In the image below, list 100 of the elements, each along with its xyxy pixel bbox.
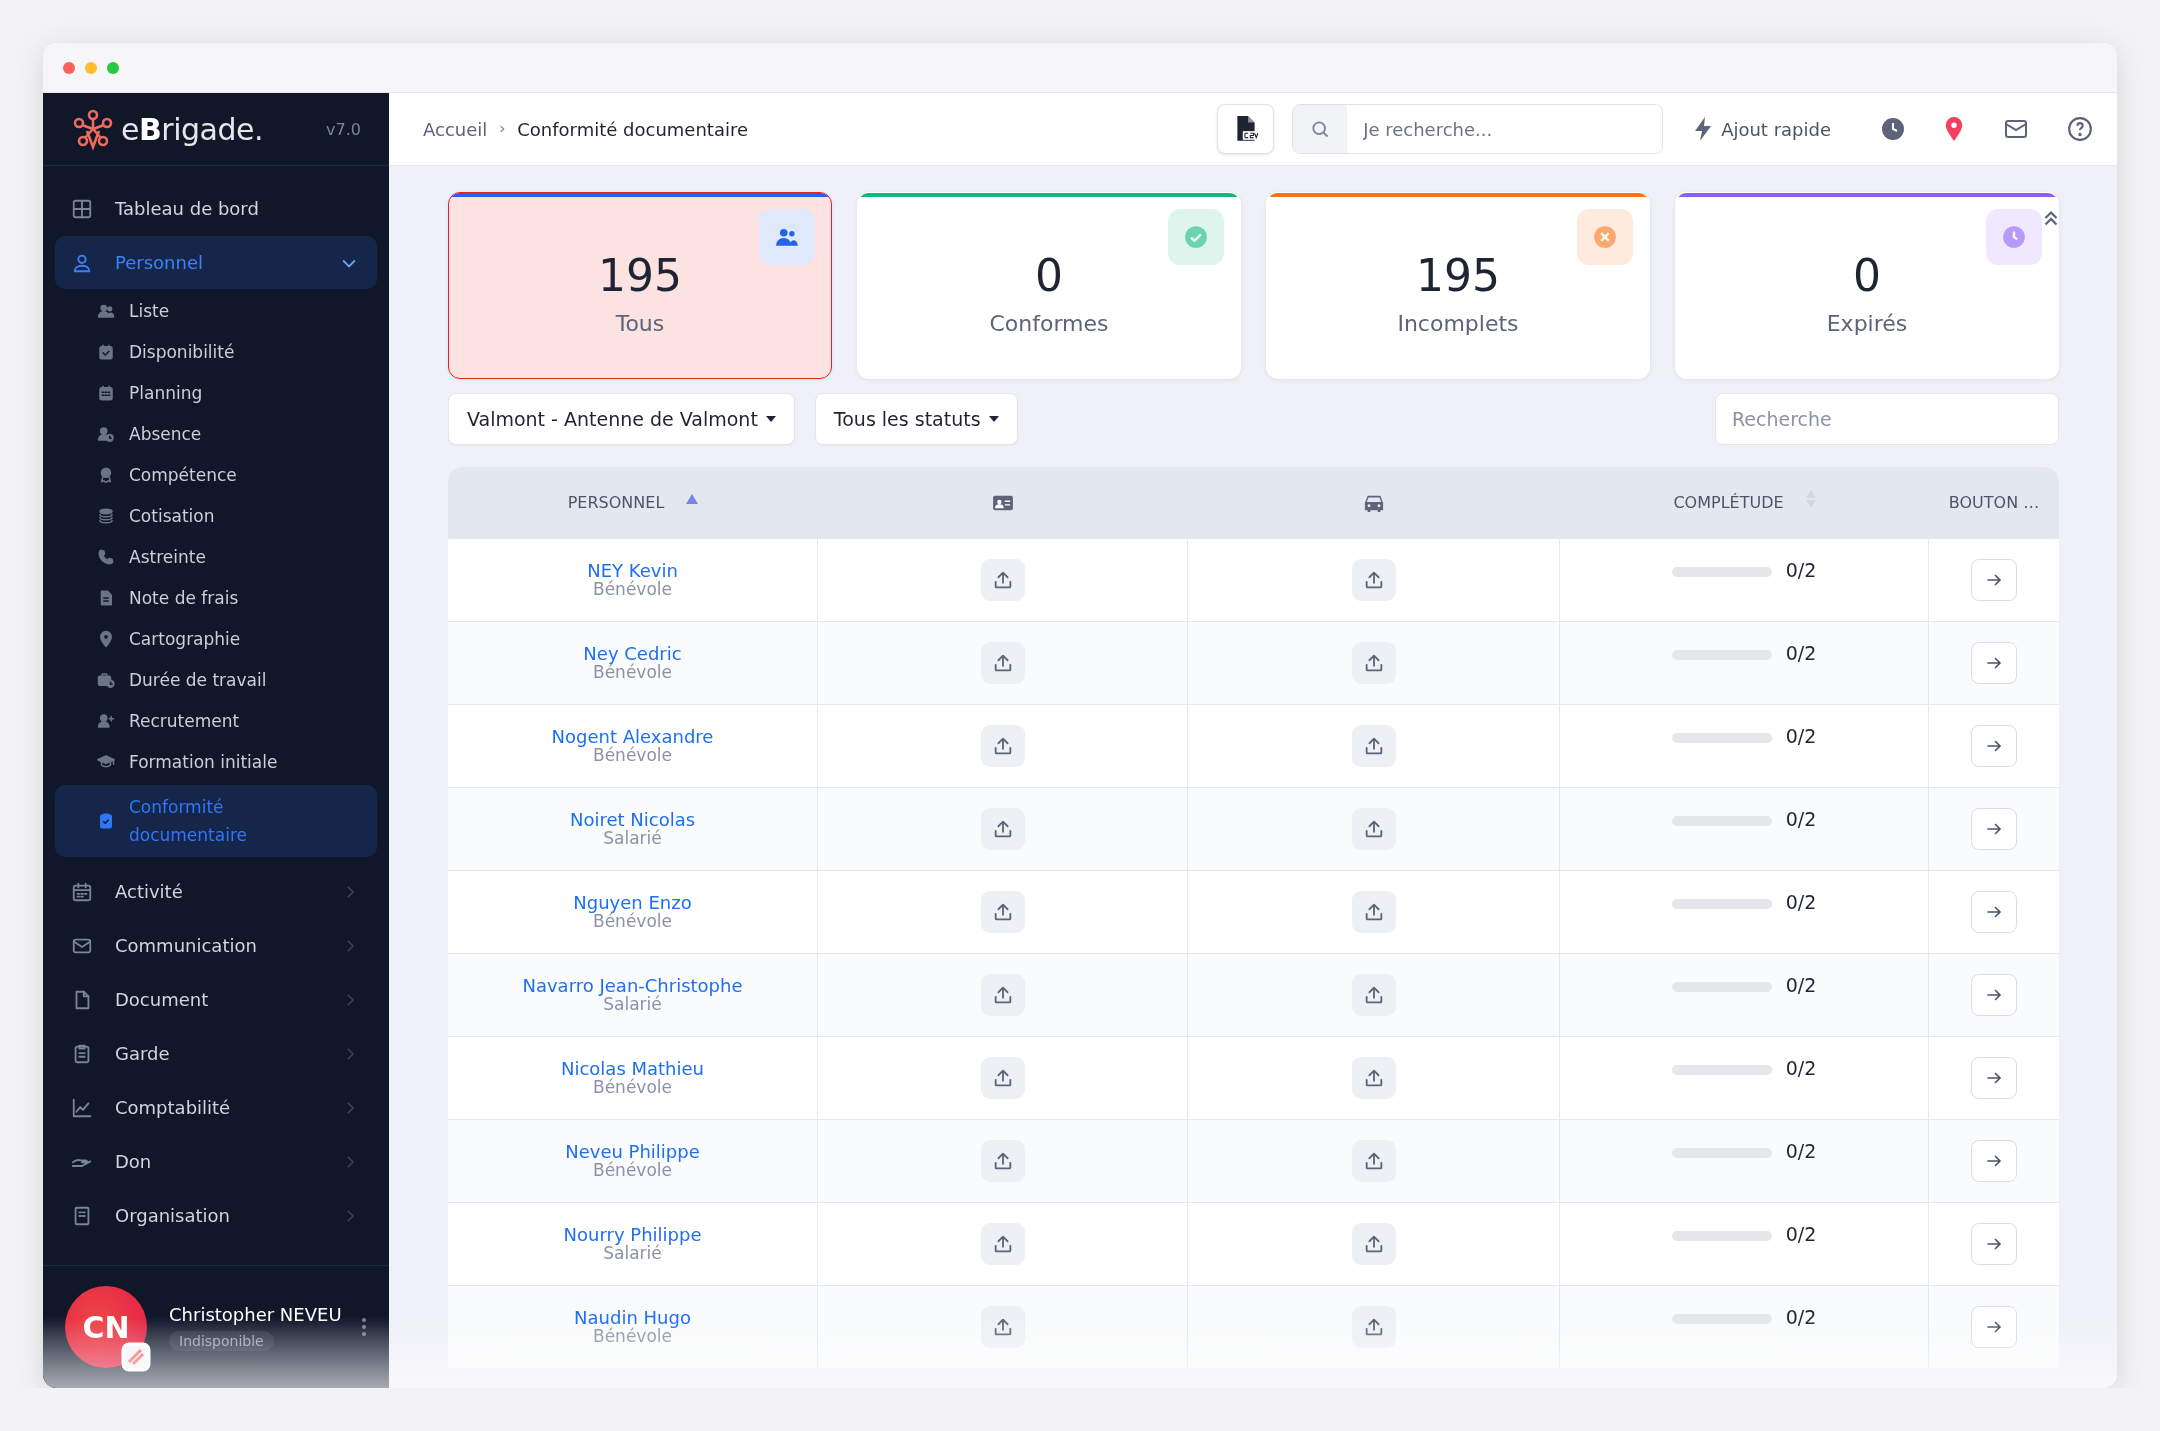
open-button[interactable] [1971, 559, 2017, 601]
upload-button[interactable] [980, 1140, 1025, 1182]
upload-button[interactable] [1351, 974, 1396, 1016]
upload-button[interactable] [1351, 1057, 1396, 1099]
nav-item[interactable]: Comptabilité [55, 1081, 377, 1134]
open-button[interactable] [1971, 974, 2017, 1016]
stat-count: 195 [598, 249, 682, 301]
upload-button[interactable] [1351, 642, 1396, 684]
open-button[interactable] [1971, 891, 2017, 933]
nav-item[interactable]: Organisation [55, 1189, 377, 1242]
stat-card[interactable]: 195 Tous [448, 192, 832, 379]
brand-logo[interactable]: eBrigade. [121, 111, 263, 147]
csv-export-button[interactable] [1217, 104, 1275, 154]
person-role: Bénévole [593, 746, 672, 764]
envelope-icon[interactable] [2003, 117, 2029, 141]
nav-subitem[interactable]: Compétence [55, 454, 377, 495]
upload-button[interactable] [980, 642, 1025, 684]
breadcrumb-link[interactable]: Accueil [423, 118, 488, 140]
nav-item[interactable]: Personnel [55, 236, 377, 289]
person-name-link[interactable]: Noiret Nicolas [569, 811, 696, 829]
open-button[interactable] [1971, 808, 2017, 850]
progress-count: 0/2 [1785, 1057, 1817, 1079]
nav-subitem[interactable]: Cotisation [55, 495, 377, 536]
upload-button[interactable] [980, 808, 1025, 850]
upload-button[interactable] [1351, 1223, 1396, 1265]
upload-button[interactable] [980, 559, 1025, 601]
briefcase-icon [97, 670, 115, 689]
nav-subitem[interactable]: Note de frais [55, 577, 377, 618]
upload-button[interactable] [1351, 725, 1396, 767]
lightning-icon [1693, 117, 1714, 141]
open-button[interactable] [1971, 1306, 2017, 1348]
close-window-button[interactable] [63, 61, 75, 74]
upload-button[interactable] [1351, 891, 1396, 933]
upload-button[interactable] [980, 1223, 1025, 1265]
nav-subitem[interactable]: Recrutement [55, 700, 377, 741]
filter-dropdown[interactable]: Tous les statuts [814, 393, 1018, 445]
upload-button[interactable] [1351, 559, 1396, 601]
open-button[interactable] [1971, 1223, 2017, 1265]
person-clock-icon [97, 424, 115, 443]
person-name-link[interactable]: Nourry Philippe [563, 1226, 702, 1244]
open-button[interactable] [1971, 1057, 2017, 1099]
nav-item[interactable]: Communication [55, 919, 377, 972]
stat-label: Expirés [1826, 310, 1908, 336]
nav-item[interactable]: Activité [55, 865, 377, 918]
nav-subitem[interactable]: Cartographie [55, 618, 377, 659]
filter-dropdown[interactable]: Valmont - Antenne de Valmont [448, 393, 795, 445]
upload-button[interactable] [1351, 1140, 1396, 1182]
upload-button[interactable] [980, 1306, 1025, 1348]
stat-card[interactable]: 0 Conformes [857, 192, 1241, 379]
upload-button[interactable] [980, 1057, 1025, 1099]
person-name-link[interactable]: Navarro Jean-Christophe [522, 977, 743, 995]
map-pin-icon [97, 629, 115, 648]
nav-item[interactable]: Document [55, 973, 377, 1026]
upload-button[interactable] [980, 891, 1025, 933]
nav-subitem[interactable]: Planning [55, 372, 377, 413]
coins-icon [97, 506, 115, 525]
upload-button[interactable] [980, 974, 1025, 1016]
person-name-link[interactable]: Nogent Alexandre [551, 728, 714, 746]
nav-subitem[interactable]: Absence [55, 413, 377, 454]
nav-subitem[interactable]: Conformité documentaire [55, 785, 377, 857]
upload-button[interactable] [1351, 808, 1396, 850]
open-button[interactable] [1971, 725, 2017, 767]
person-role: Salarié [603, 829, 662, 847]
column-header[interactable]: PERSONNEL [567, 493, 665, 512]
stat-card[interactable]: 195 Incomplets [1266, 192, 1650, 379]
sort-ascending-icon[interactable] [686, 493, 699, 504]
nav-item[interactable]: Tableau de bord [55, 182, 377, 235]
search-field[interactable]: Recherche [1715, 393, 2059, 445]
person-role: Bénévole [593, 663, 672, 681]
nav-item[interactable]: Don [55, 1135, 377, 1188]
person-name-link[interactable]: Naudin Hugo [574, 1309, 691, 1327]
open-button[interactable] [1971, 642, 2017, 684]
nav-subitem[interactable]: Durée de travail [55, 659, 377, 700]
help-icon[interactable] [2067, 116, 2093, 142]
calendar-icon [71, 880, 93, 903]
column-header[interactable]: BOUTON … [1948, 493, 2040, 512]
stat-card[interactable]: 0 Expirés [1675, 192, 2059, 379]
map-pin-icon[interactable] [1943, 116, 1965, 142]
clock-icon[interactable] [1881, 117, 1905, 141]
open-button[interactable] [1971, 1140, 2017, 1182]
grid-icon [71, 197, 93, 220]
person-name-link[interactable]: NEY Kevin [587, 562, 678, 580]
user-name: Christopher NEVEU [169, 1303, 343, 1325]
nav-item[interactable]: Garde [55, 1027, 377, 1080]
progress-count: 0/2 [1785, 808, 1817, 830]
nav-subitem[interactable]: Formation initiale [55, 741, 377, 782]
column-header[interactable]: COMPLÉTUDE [1673, 493, 1784, 512]
quick-add-button[interactable]: Ajout rapide [1681, 117, 1843, 141]
id-card-icon [992, 493, 1014, 512]
person-name-link[interactable]: Ney Cedric [583, 645, 682, 663]
person-name-link[interactable]: Nicolas Mathieu [561, 1060, 704, 1078]
user-avatar[interactable]: CN [65, 1286, 147, 1368]
person-name-link[interactable]: Nguyen Enzo [573, 894, 692, 912]
upload-button[interactable] [1351, 1306, 1396, 1348]
person-name-link[interactable]: Neveu Philippe [565, 1143, 700, 1161]
nav-subitem[interactable]: Astreinte [55, 536, 377, 577]
nav-subitem[interactable]: Liste [55, 290, 377, 331]
more-options-icon[interactable] [361, 1317, 367, 1337]
upload-button[interactable] [980, 725, 1025, 767]
nav-subitem[interactable]: Disponibilité [55, 331, 377, 372]
